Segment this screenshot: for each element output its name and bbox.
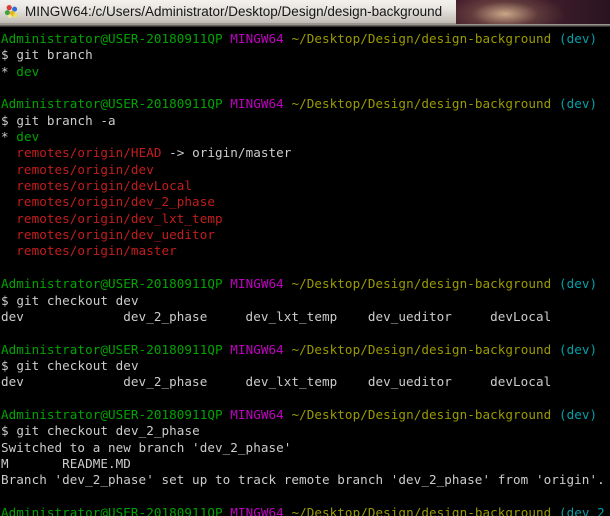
prompt-path: ~/Desktop/Design/design-background [291, 31, 552, 46]
prompt-branch: (dev) [558, 341, 598, 357]
output-line: * dev [1, 64, 610, 80]
prompt-dollar: $ [1, 47, 9, 63]
output-line: * dev [1, 129, 610, 145]
output-line: remotes/origin/HEAD -> origin/master [1, 145, 610, 161]
prompt-path: ~/Desktop/Design/design-background [291, 276, 552, 292]
prompt-user-host: Administrator@USER-20180911QP [1, 341, 223, 357]
current-branch-marker: * [1, 63, 17, 79]
completion-candidates-row: dev dev_2_phase dev_lxt_temp dev_ueditor… [1, 374, 552, 390]
command-text: git checkout dev [16, 357, 139, 373]
prompt-path: ~/Desktop/Design/design-background [291, 406, 552, 422]
window-title-bar[interactable]: MINGW64:/c/Users/Administrator/Desktop/D… [0, 0, 456, 24]
terminal-output-area[interactable]: Administrator@USER-20180911QP MINGW64 ~/… [0, 27, 610, 516]
prompt-line: Administrator@USER-20180911QP MINGW64 ~/… [1, 96, 610, 112]
command-line: $ git checkout dev [1, 358, 610, 374]
command-text: git checkout dev [16, 292, 139, 308]
prompt-branch-wrap-start: (dev_2_ [558, 504, 610, 516]
prompt-branch: (dev) [558, 276, 598, 292]
prompt-shell-tag: MINGW64 [230, 406, 284, 422]
prompt-path: ~/Desktop/Design/design-background [291, 96, 552, 112]
prompt-shell-tag: MINGW64 [230, 31, 284, 46]
command-line: $ git branch -a [1, 113, 610, 129]
remote-branch-name: remotes/origin/HEAD [16, 145, 162, 161]
prompt-line: Administrator@USER-20180911QP MINGW64 ~/… [1, 342, 610, 358]
command-text: git checkout dev_2_phase [16, 423, 200, 439]
prompt-dollar: $ [1, 112, 9, 128]
current-branch-name: dev [16, 129, 40, 145]
prompt-user-host: Administrator@USER-20180911QP [1, 406, 223, 422]
current-branch-name: dev [16, 63, 40, 79]
window-title-text: MINGW64:/c/Users/Administrator/Desktop/D… [25, 3, 443, 19]
prompt-shell-tag: MINGW64 [230, 96, 284, 112]
prompt-branch: (dev) [558, 96, 598, 112]
prompt-branch: (dev) [558, 31, 598, 46]
prompt-user-host: Administrator@USER-20180911QP [1, 276, 223, 292]
output-line: remotes/origin/dev_2_phase [1, 194, 215, 210]
prompt-line: Administrator@USER-20180911QP MINGW64 ~/… [1, 407, 610, 423]
prompt-dollar: $ [1, 357, 9, 373]
prompt-user-host: Administrator@USER-20180911QP [1, 96, 223, 112]
prompt-shell-tag: MINGW64 [230, 504, 284, 516]
completion-candidates-row: dev dev_2_phase dev_lxt_temp dev_ueditor… [1, 308, 552, 324]
command-line: $ git checkout dev [1, 293, 610, 309]
prompt-line: Administrator@USER-20180911QP MINGW64 ~/… [1, 276, 610, 292]
command-line: $ git branch [1, 47, 610, 63]
prompt-user-host: Administrator@USER-20180911QP [1, 31, 223, 46]
prompt-line: Administrator@USER-20180911QP MINGW64 ~/… [1, 505, 610, 516]
output-line: remotes/origin/dev_ueditor [1, 227, 215, 243]
prompt-shell-tag: MINGW64 [230, 341, 284, 357]
prompt-user-host: Administrator@USER-20180911QP [1, 504, 223, 516]
prompt-branch: (dev) [558, 406, 598, 422]
prompt-path: ~/Desktop/Design/design-background [291, 504, 552, 516]
output-line: Switched to a new branch 'dev_2_phase' [1, 439, 292, 455]
output-line: remotes/origin/devLocal [1, 178, 193, 194]
current-branch-marker: * [1, 129, 17, 145]
output-line: Branch 'dev_2_phase' set up to track rem… [1, 472, 605, 488]
prompt-line: Administrator@USER-20180911QP MINGW64 ~/… [1, 31, 610, 47]
command-line: $ git checkout dev_2_phase [1, 423, 610, 439]
prompt-shell-tag: MINGW64 [230, 276, 284, 292]
remote-head-target: -> origin/master [161, 145, 292, 161]
command-text: git branch -a [16, 112, 116, 128]
prompt-dollar: $ [1, 423, 9, 439]
prompt-path: ~/Desktop/Design/design-background [291, 341, 552, 357]
output-line: remotes/origin/dev_lxt_temp [1, 210, 223, 226]
output-line: M README.MD [1, 455, 131, 471]
command-text: git branch [16, 47, 93, 63]
output-line: remotes/origin/master [1, 243, 177, 259]
output-line: remotes/origin/dev [1, 161, 154, 177]
prompt-dollar: $ [1, 292, 9, 308]
git-bash-icon [3, 3, 21, 21]
